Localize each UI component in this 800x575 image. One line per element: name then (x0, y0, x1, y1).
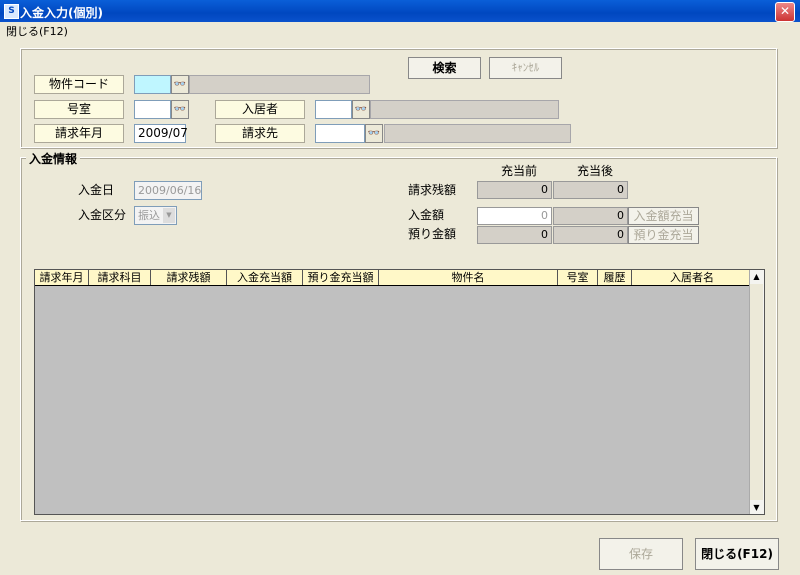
payment-info-title: 入金情報 (26, 150, 81, 167)
deposit-before-value: 0 (477, 226, 552, 244)
grid-col-balance[interactable]: 請求残額 (151, 270, 227, 285)
cancel-button[interactable]: ｷｬﾝｾﾙ (489, 57, 562, 79)
app-icon: S (4, 4, 19, 19)
scroll-track[interactable] (750, 284, 763, 500)
grid-header: 請求年月 請求科目 請求残額 入金充当額 預り金充当額 物件名 号室 履歴 入居… (35, 270, 752, 286)
chevron-down-icon: ▼ (163, 208, 175, 223)
property-code-lookup-binoculars-icon[interactable]: 👓 (171, 75, 189, 94)
property-code-label: 物件コード (34, 75, 124, 94)
grid-col-deposit-applied[interactable]: 預り金充当額 (303, 270, 379, 285)
grid-col-tenant-name[interactable]: 入居者名 (632, 270, 752, 285)
billing-target-input[interactable] (315, 124, 365, 143)
grid-col-payment-applied[interactable]: 入金充当額 (227, 270, 303, 285)
payment-type-value: 振込 (138, 209, 160, 222)
billing-month-label: 請求年月 (34, 124, 124, 143)
amount-before-input[interactable]: 0 (477, 207, 552, 225)
scroll-up-icon[interactable]: ▲ (750, 270, 763, 283)
window-title: 入金入力(個別) (20, 6, 103, 20)
tenant-input[interactable] (315, 100, 352, 119)
amount-label: 入金額 (408, 208, 445, 222)
menu-bar: 閉じる(F12) (0, 22, 800, 38)
grid-col-room[interactable]: 号室 (558, 270, 598, 285)
payment-type-select[interactable]: 振込 ▼ (134, 206, 177, 225)
room-lookup-binoculars-icon[interactable]: 👓 (171, 100, 189, 119)
property-name-display (189, 75, 370, 94)
tenant-lookup-binoculars-icon[interactable]: 👓 (352, 100, 370, 119)
billing-month-input[interactable]: 2009/07 (134, 124, 188, 143)
payment-grid[interactable]: 請求年月 請求科目 請求残額 入金充当額 預り金充当額 物件名 号室 履歴 入居… (34, 269, 765, 515)
amount-after-value: 0 (553, 207, 628, 225)
room-label: 号室 (34, 100, 124, 119)
search-button[interactable]: 検索 (408, 57, 481, 79)
balance-label: 請求残額 (408, 183, 457, 197)
property-code-input[interactable] (134, 75, 171, 94)
amount-apply-button[interactable]: 入金額充当 (628, 207, 699, 225)
payment-date-label: 入金日 (78, 183, 115, 197)
payment-type-label: 入金区分 (78, 208, 127, 222)
balance-before-value: 0 (477, 181, 552, 199)
billing-target-name-display (384, 124, 571, 143)
save-button[interactable]: 保存 (599, 538, 683, 570)
close-button[interactable]: 閉じる(F12) (695, 538, 779, 570)
deposit-apply-button[interactable]: 預り金充当 (628, 226, 699, 244)
deposit-after-value: 0 (553, 226, 628, 244)
column-after-label: 充当後 (577, 164, 614, 178)
grid-scrollbar[interactable]: ▲ ▼ (749, 270, 764, 514)
title-bar: S 入金入力(個別) ✕ (0, 0, 800, 22)
column-before-label: 充当前 (501, 164, 538, 178)
tenant-name-display (370, 100, 559, 119)
grid-col-property-name[interactable]: 物件名 (379, 270, 558, 285)
payment-date-input[interactable]: 2009/06/16 (134, 181, 202, 200)
window-close-button[interactable]: ✕ (775, 2, 795, 22)
billing-target-lookup-binoculars-icon[interactable]: 👓 (365, 124, 383, 143)
grid-col-billing-item[interactable]: 請求科目 (89, 270, 151, 285)
deposit-label: 預り金額 (408, 227, 457, 241)
billing-target-label: 請求先 (215, 124, 305, 143)
menu-close[interactable]: 閉じる(F12) (6, 23, 68, 39)
room-input[interactable] (134, 100, 171, 119)
scroll-down-icon[interactable]: ▼ (750, 501, 763, 514)
grid-col-history[interactable]: 履歴 (598, 270, 632, 285)
balance-after-value: 0 (553, 181, 628, 199)
grid-col-billing-month[interactable]: 請求年月 (35, 270, 89, 285)
tenant-label: 入居者 (215, 100, 305, 119)
